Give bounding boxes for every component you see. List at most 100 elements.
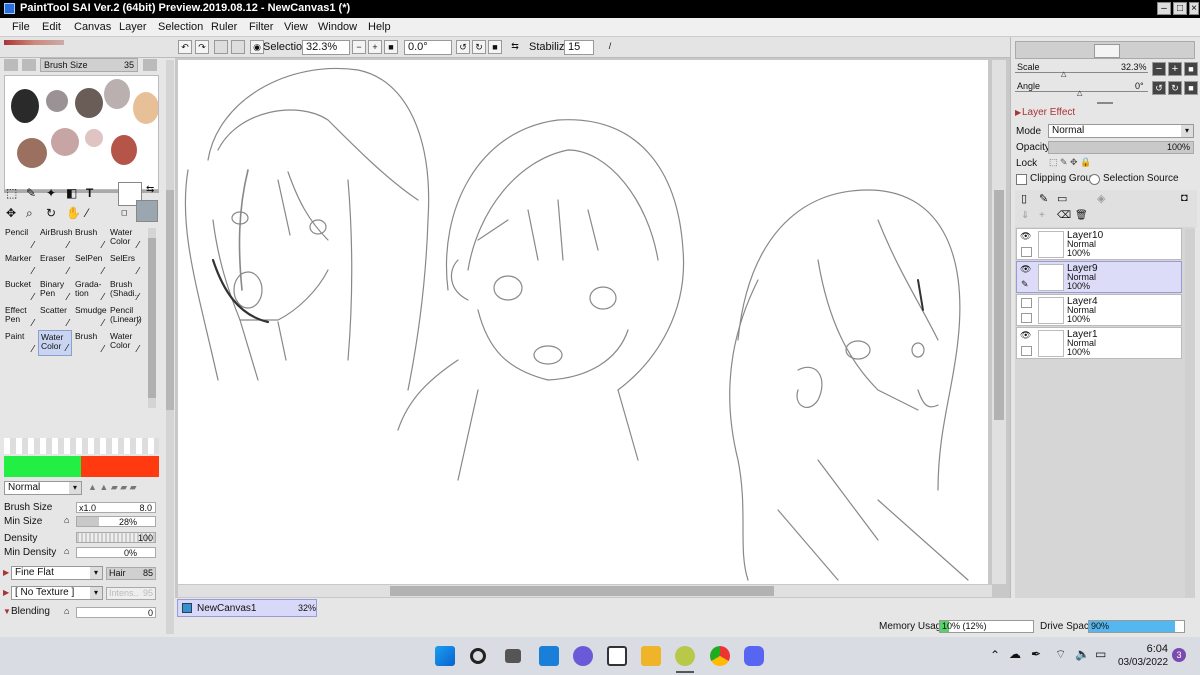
menu-ruler[interactable]: Ruler	[211, 21, 237, 33]
scale-plus-button[interactable]: +	[1168, 62, 1182, 76]
min-size-slider[interactable]: 28%	[76, 516, 156, 527]
tool-20[interactable]: Water Color ⁄	[108, 330, 142, 356]
layer-select-box[interactable]	[1021, 313, 1032, 323]
tool-15[interactable]: Smudge ⁄	[73, 304, 107, 330]
canvas-hscroll-thumb[interactable]	[390, 586, 774, 596]
alpha-strip[interactable]	[4, 438, 159, 454]
menu-edit[interactable]: Edit	[42, 21, 61, 33]
rotate-tool-icon[interactable]: ↻	[46, 206, 56, 220]
menu-help[interactable]: Help	[368, 21, 391, 33]
eye-icon[interactable]: ◉	[250, 40, 264, 54]
navigator-preview[interactable]	[1015, 41, 1195, 59]
tool-18[interactable]: Water Color ⁄	[38, 330, 72, 356]
tool-3[interactable]: Brush ⁄	[73, 226, 107, 252]
blend-mode-select[interactable]: Normal ▾	[4, 481, 82, 495]
layer-select-box[interactable]	[1021, 346, 1032, 356]
menu-file[interactable]: File	[12, 21, 30, 33]
redo-icon[interactable]: ↷	[195, 40, 209, 54]
brush-size-top[interactable]: Brush Size 35	[40, 58, 138, 72]
density-slider[interactable]: 100	[76, 532, 156, 543]
drawing-canvas[interactable]	[178, 60, 988, 584]
canvas-vscrollbar[interactable]	[992, 60, 1006, 584]
brush-tip-shapes[interactable]: ▲ ▲ ▰ ▰ ▰	[88, 482, 137, 493]
layer-select-box[interactable]	[1021, 247, 1032, 257]
texture-select[interactable]: [ No Texture ] ▾	[11, 586, 103, 600]
text-tool-icon[interactable]: T	[86, 186, 93, 200]
move-icon[interactable]: ✥	[6, 206, 16, 220]
layer-list-scrollbar[interactable]	[1185, 229, 1195, 609]
wifi-icon[interactable]: ⌔	[1055, 647, 1066, 662]
tool-1[interactable]: Pencil ⁄	[3, 226, 37, 252]
scale-slider-thumb[interactable]: △	[1061, 70, 1066, 78]
chevron-down-icon[interactable]: ▾	[1181, 125, 1193, 137]
canvas-vscroll-thumb[interactable]	[994, 190, 1004, 420]
expand-arrow-icon[interactable]: ▶	[1015, 108, 1021, 117]
tool-2[interactable]: AirBrush ⁄	[38, 226, 72, 252]
menu-layer[interactable]: Layer	[119, 21, 147, 33]
tool-6[interactable]: Eraser ⁄	[38, 252, 72, 278]
layer-row-selected[interactable]: 👁 ✎ Layer9 Normal 100%	[1016, 261, 1182, 293]
zoom-tool-icon[interactable]: ⌕	[26, 206, 33, 221]
windows-start-icon[interactable]	[435, 646, 455, 666]
visibility-box[interactable]	[1021, 298, 1032, 308]
eye-icon[interactable]: 👁	[1020, 231, 1031, 242]
chevron-down-icon[interactable]: ▾	[90, 587, 102, 599]
lock-icons[interactable]: ⬚ ✎ ✥ 🔒	[1049, 157, 1091, 168]
flip-icon[interactable]: ⇆	[508, 40, 522, 54]
notification-badge[interactable]: 3	[1172, 648, 1186, 662]
selection-source-radio[interactable]	[1089, 174, 1100, 185]
tool-9[interactable]: Bucket ⁄	[3, 278, 37, 304]
pressure-icon[interactable]: ⌂	[64, 546, 69, 556]
rotate-reset-button[interactable]: ■	[1184, 81, 1198, 95]
panel-splitter[interactable]	[1097, 102, 1113, 104]
rotate-ccw-button[interactable]: ↺	[1152, 81, 1166, 95]
tool-5[interactable]: Marker ⁄	[3, 252, 37, 278]
zoom-reset-button[interactable]: ■	[384, 40, 398, 54]
default-colors-icon[interactable]: ◻	[121, 208, 128, 217]
clipping-group-checkbox[interactable]	[1016, 174, 1027, 185]
menu-window[interactable]: Window	[318, 21, 357, 33]
opacity-slider[interactable]: 100%	[1048, 141, 1194, 154]
tool-19[interactable]: Brush ⁄	[73, 330, 107, 356]
fill-select-icon[interactable]: ◧	[66, 186, 77, 200]
clear-layer-icon[interactable]: ⌫	[1057, 210, 1071, 221]
layer-row[interactable]: 👁 Layer10 Normal 100%	[1016, 228, 1182, 260]
scratch-btn-icon[interactable]	[4, 59, 18, 71]
scale-reset-button[interactable]: ■	[1184, 62, 1198, 76]
undo-icon[interactable]: ↶	[178, 40, 192, 54]
magic-wand-icon[interactable]: ✦	[46, 186, 56, 200]
delete-layer-icon[interactable]: 🗑	[1075, 210, 1088, 221]
maximize-button[interactable]: □	[1173, 2, 1187, 15]
layer-row[interactable]: Layer4 Normal 100%	[1016, 294, 1182, 326]
task-view-icon[interactable]	[505, 649, 521, 663]
tool-14[interactable]: Scatter ⁄	[38, 304, 72, 330]
blending-slider[interactable]: 0	[76, 607, 156, 618]
brush-shape-strength[interactable]: Hair 85	[106, 567, 156, 580]
layer-effect-label[interactable]: Layer Effect	[1022, 107, 1075, 118]
tool-16[interactable]: Pencil (Lineart) ⁄	[108, 304, 142, 330]
tool-8[interactable]: SelErs ⁄	[108, 252, 142, 278]
tool-10[interactable]: Binary Pen ⁄	[38, 278, 72, 304]
hue-strip-green[interactable]	[4, 456, 81, 477]
new-linework-layer-icon[interactable]: ✎	[1039, 192, 1048, 205]
close-button[interactable]: ×	[1189, 2, 1199, 15]
chevron-down-icon[interactable]: ▾	[90, 567, 102, 579]
scratch-btn2-icon[interactable]	[22, 59, 36, 71]
chrome-icon[interactable]	[710, 646, 730, 666]
search-icon[interactable]	[470, 648, 486, 664]
tool-4[interactable]: Water Color ⁄	[108, 226, 142, 252]
hue-strip-orange[interactable]	[81, 456, 159, 477]
canvas-tab[interactable]: NewCanvas1 32%	[177, 599, 317, 617]
clock-date[interactable]: 03/03/2022	[1118, 657, 1168, 668]
angle-field[interactable]: 0.0°	[404, 40, 452, 55]
min-density-slider[interactable]: 0%	[76, 547, 156, 558]
lasso-icon[interactable]: ✎	[26, 186, 36, 200]
swap-colors-icon[interactable]: ⇆	[146, 184, 154, 195]
layer-row[interactable]: 👁 Layer1 Normal 100%	[1016, 327, 1182, 359]
merge-down-icon[interactable]: ⇓	[1021, 210, 1029, 221]
transfer-icon[interactable]: +	[1039, 210, 1045, 221]
pen-icon[interactable]: ✎	[1021, 279, 1029, 290]
deselect-icon[interactable]	[214, 40, 228, 54]
mask-icon[interactable]: ◘	[1181, 192, 1188, 204]
texture-strength[interactable]: Intens.. 95	[106, 587, 156, 600]
